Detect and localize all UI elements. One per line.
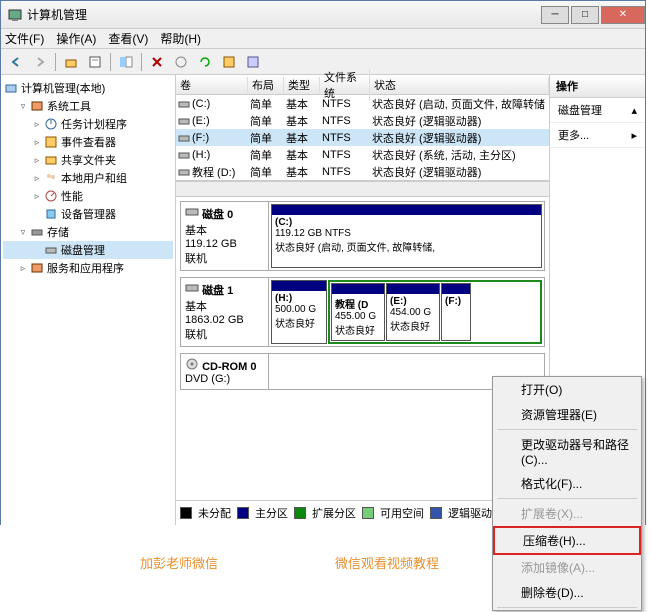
- actions-more[interactable]: 更多...▸: [550, 123, 645, 148]
- tree-local-users[interactable]: ▹本地用户和组: [3, 169, 173, 187]
- legend-primary-icon: [237, 507, 249, 519]
- volume-row[interactable]: (F:)简单基本NTFS状态良好 (逻辑驱动器): [176, 129, 549, 146]
- tree-services[interactable]: ▹服务和应用程序: [3, 259, 173, 277]
- app-icon: [7, 7, 23, 23]
- disk-0[interactable]: 磁盘 0 基本 119.12 GB 联机 (C:) 119.12 GB NTFS…: [180, 201, 545, 271]
- partition-d[interactable]: 教程 (D455.00 G状态良好: [331, 283, 385, 341]
- disk-icon: [185, 282, 199, 294]
- actions-disk-mgmt[interactable]: 磁盘管理▴: [550, 98, 645, 123]
- tree-shared-folders[interactable]: ▹共享文件夹: [3, 151, 173, 169]
- cdrom-icon: [185, 358, 199, 370]
- ctx-mirror: 添加镜像(A)...: [493, 555, 641, 580]
- menu-help[interactable]: 帮助(H): [160, 30, 201, 47]
- titlebar[interactable]: 计算机管理 ─ □ ✕: [1, 1, 645, 29]
- disk-1-label: 磁盘 1 基本 1863.02 GB 联机: [181, 278, 269, 346]
- list-button[interactable]: [218, 51, 240, 73]
- tree-task-scheduler[interactable]: ▹任务计划程序: [3, 115, 173, 133]
- ctx-explorer[interactable]: 资源管理器(E): [493, 402, 641, 427]
- disk-icon: [185, 206, 199, 218]
- collapse-icon: ▴: [631, 104, 637, 117]
- tree-system-tools[interactable]: ▿系统工具: [3, 97, 173, 115]
- partition-c[interactable]: (C:) 119.12 GB NTFS 状态良好 (启动, 页面文件, 故障转储…: [271, 204, 542, 268]
- context-menu: 打开(O) 资源管理器(E) 更改驱动器号和路径(C)... 格式化(F)...…: [492, 376, 642, 611]
- legend-extended-icon: [294, 507, 306, 519]
- menu-view[interactable]: 查看(V): [108, 30, 148, 47]
- volume-list[interactable]: 卷 布局 类型 文件系统 状态 (C:)简单基本NTFS状态良好 (启动, 页面…: [176, 75, 549, 181]
- minimize-button[interactable]: ─: [541, 6, 569, 24]
- delete-button[interactable]: [146, 51, 168, 73]
- disk-0-label: 磁盘 0 基本 119.12 GB 联机: [181, 202, 269, 270]
- cdrom-0[interactable]: CD-ROM 0 DVD (G:): [180, 353, 545, 390]
- menu-file[interactable]: 文件(F): [5, 30, 44, 47]
- settings-button[interactable]: [170, 51, 192, 73]
- partition-h[interactable]: (H:)500.00 G状态良好: [271, 280, 327, 344]
- tree-device-manager[interactable]: 设备管理器: [3, 205, 173, 223]
- ctx-delete[interactable]: 删除卷(D)...: [493, 580, 641, 605]
- menu-action[interactable]: 操作(A): [56, 30, 96, 47]
- menubar: 文件(F) 操作(A) 查看(V) 帮助(H): [1, 29, 645, 49]
- footer-video: 微信观看视频教程: [335, 553, 439, 572]
- up-button[interactable]: [60, 51, 82, 73]
- ctx-shrink[interactable]: 压缩卷(H)...: [493, 526, 641, 555]
- tree-root[interactable]: 计算机管理(本地): [3, 79, 173, 97]
- forward-button[interactable]: [29, 51, 51, 73]
- actions-title: 操作: [550, 75, 645, 98]
- tree-performance[interactable]: ▹性能: [3, 187, 173, 205]
- back-button[interactable]: [5, 51, 27, 73]
- tree-storage[interactable]: ▿存储: [3, 223, 173, 241]
- maximize-button[interactable]: □: [571, 6, 599, 24]
- partition-f[interactable]: (F:): [441, 283, 471, 341]
- volume-row[interactable]: (E:)简单基本NTFS状态良好 (逻辑驱动器): [176, 112, 549, 129]
- legend-logical-icon: [430, 507, 442, 519]
- volume-row[interactable]: (H:)简单基本NTFS状态良好 (系统, 活动, 主分区): [176, 146, 549, 163]
- partition-e[interactable]: (E:)454.00 G状态良好: [386, 283, 440, 341]
- tree-event-viewer[interactable]: ▹事件查看器: [3, 133, 173, 151]
- window-title: 计算机管理: [27, 6, 539, 23]
- footer-wechat: 加彭老师微信: [140, 553, 218, 572]
- legend-free-icon: [362, 507, 374, 519]
- nav-tree[interactable]: 计算机管理(本地) ▿系统工具 ▹任务计划程序 ▹事件查看器 ▹共享文件夹 ▹本…: [1, 75, 176, 525]
- cdrom-label: CD-ROM 0 DVD (G:): [181, 354, 269, 389]
- ctx-change-letter[interactable]: 更改驱动器号和路径(C)...: [493, 432, 641, 471]
- volume-row[interactable]: (C:)简单基本NTFS状态良好 (启动, 页面文件, 故障转储: [176, 95, 549, 112]
- legend-unallocated-icon: [180, 507, 192, 519]
- extended-partition[interactable]: 教程 (D455.00 G状态良好 (E:)454.00 G状态良好 (F:): [328, 280, 542, 344]
- h-scrollbar[interactable]: [176, 181, 549, 197]
- window-controls: ─ □ ✕: [539, 6, 645, 24]
- ctx-open[interactable]: 打开(O): [493, 377, 641, 402]
- ctx-format[interactable]: 格式化(F)...: [493, 471, 641, 496]
- show-hide-button[interactable]: [115, 51, 137, 73]
- help-button[interactable]: [242, 51, 264, 73]
- close-button[interactable]: ✕: [601, 6, 645, 24]
- volume-row[interactable]: 教程 (D:)简单基本NTFS状态良好 (逻辑驱动器): [176, 163, 549, 180]
- ctx-extend: 扩展卷(X)...: [493, 501, 641, 526]
- tree-disk-management[interactable]: 磁盘管理: [3, 241, 173, 259]
- volume-header[interactable]: 卷 布局 类型 文件系统 状态: [176, 75, 549, 95]
- properties-button[interactable]: [84, 51, 106, 73]
- disk-1[interactable]: 磁盘 1 基本 1863.02 GB 联机 (H:)500.00 G状态良好 教…: [180, 277, 545, 347]
- refresh-button[interactable]: [194, 51, 216, 73]
- chevron-right-icon: ▸: [631, 129, 637, 142]
